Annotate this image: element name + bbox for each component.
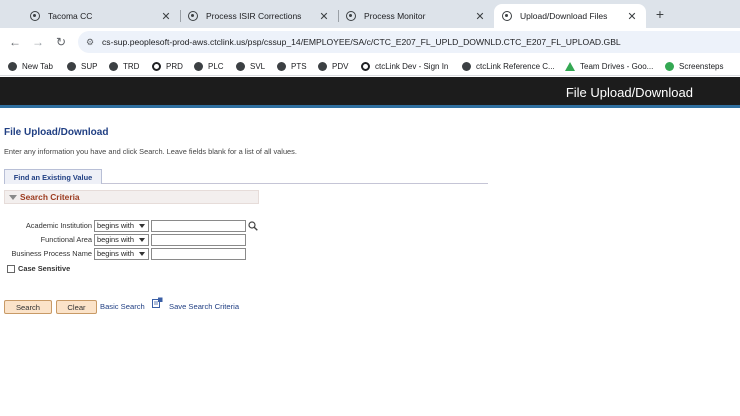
bookmark-label: SUP bbox=[81, 61, 98, 71]
address-bar[interactable]: ⚙ cs-sup.peoplesoft-prod-aws.ctclink.us/… bbox=[78, 31, 740, 53]
back-arrow-icon[interactable]: ← bbox=[7, 34, 23, 50]
save-search-criteria-link[interactable]: Save Search Criteria bbox=[169, 302, 239, 311]
basic-search-link[interactable]: Basic Search bbox=[100, 302, 145, 311]
close-icon[interactable]: ✕ bbox=[474, 10, 486, 23]
tab-title: Process ISIR Corrections bbox=[206, 11, 302, 21]
address-url[interactable]: cs-sup.peoplesoft-prod-aws.ctclink.us/ps… bbox=[102, 37, 621, 47]
bookmark-team-drives[interactable]: Team Drives - Goo... bbox=[565, 59, 653, 73]
browser-toolbar: ← → ↻ ⚙ cs-sup.peoplesoft-prod-aws.ctcli… bbox=[0, 28, 740, 56]
tab-find-existing-value[interactable]: Find an Existing Value bbox=[4, 169, 102, 184]
bookmark-svl[interactable]: SVL bbox=[236, 59, 265, 73]
lookup-search-icon[interactable] bbox=[248, 221, 258, 231]
bookmark-label: ctcLink Reference C... bbox=[476, 61, 555, 71]
tab-process-monitor[interactable]: Process Monitor ✕ bbox=[338, 4, 494, 28]
close-icon[interactable]: ✕ bbox=[626, 10, 638, 23]
functional-area-input[interactable] bbox=[151, 234, 246, 246]
page-title: File Upload/Download bbox=[4, 127, 109, 138]
functional-area-row: Functional Area begins with bbox=[0, 234, 740, 246]
search-criteria-header[interactable]: Search Criteria bbox=[4, 190, 259, 204]
collapse-triangle-icon[interactable] bbox=[9, 194, 17, 200]
tab-title: Process Monitor bbox=[364, 11, 426, 21]
page-banner: File Upload/Download bbox=[0, 77, 740, 108]
academic-institution-row: Academic Institution begins with bbox=[0, 220, 740, 232]
academic-institution-operator-select[interactable]: begins with bbox=[94, 220, 149, 232]
globe-icon bbox=[318, 61, 327, 71]
globe-icon bbox=[277, 61, 286, 71]
screensteps-icon bbox=[665, 61, 674, 71]
globe-icon bbox=[67, 61, 76, 71]
globe-icon bbox=[236, 61, 245, 71]
globe-icon bbox=[109, 61, 118, 71]
close-icon[interactable]: ✕ bbox=[318, 10, 330, 23]
globe-icon bbox=[346, 11, 356, 21]
globe-icon bbox=[502, 11, 512, 21]
tab-title: Tacoma CC bbox=[48, 11, 93, 21]
bookmark-ctclink-reference[interactable]: ctcLink Reference C... bbox=[462, 59, 555, 73]
bookmark-ctclink-dev[interactable]: ctcLink Dev - Sign In bbox=[361, 59, 448, 73]
globe-icon bbox=[30, 11, 40, 21]
business-process-name-input[interactable] bbox=[151, 248, 246, 260]
bookmark-plc[interactable]: PLC bbox=[194, 59, 224, 73]
academic-institution-input[interactable] bbox=[151, 220, 246, 232]
forward-arrow-icon[interactable]: → bbox=[30, 34, 46, 50]
search-button[interactable]: Search bbox=[4, 300, 52, 314]
academic-institution-label: Academic Institution bbox=[25, 221, 92, 230]
bookmark-label: ctcLink Dev - Sign In bbox=[375, 61, 449, 71]
bookmarks-bar: New Tab SUP TRD PRD PLC SVL PTS PDV ctcL… bbox=[0, 56, 740, 76]
globe-icon bbox=[194, 61, 203, 71]
case-sensitive-label: Case Sensitive bbox=[18, 264, 71, 273]
functional-area-label: Functional Area bbox=[40, 235, 92, 244]
bookmark-pdv[interactable]: PDV bbox=[318, 59, 348, 73]
bookmark-prd[interactable]: PRD bbox=[152, 59, 183, 73]
bookmark-screensteps[interactable]: Screensteps bbox=[665, 59, 723, 73]
reload-icon[interactable]: ↻ bbox=[53, 34, 69, 50]
bookmark-label: PTS bbox=[291, 61, 307, 71]
functional-area-operator-select[interactable]: begins with bbox=[94, 234, 149, 246]
bookmark-label: Screensteps bbox=[679, 61, 724, 71]
business-process-name-row: Business Process Name begins with bbox=[0, 248, 740, 260]
globe-icon bbox=[8, 61, 17, 71]
globe-icon bbox=[188, 11, 198, 21]
bookmark-label: Team Drives - Goo... bbox=[580, 61, 654, 71]
save-search-icon[interactable] bbox=[152, 297, 163, 308]
bookmark-label: New Tab bbox=[22, 61, 53, 71]
case-sensitive-checkbox[interactable] bbox=[7, 264, 15, 273]
link-icon bbox=[462, 61, 471, 71]
instructions-text: Enter any information you have and click… bbox=[4, 147, 297, 156]
ring-icon bbox=[152, 61, 161, 71]
bookmark-new-tab[interactable]: New Tab bbox=[8, 59, 53, 73]
ring-icon bbox=[361, 61, 370, 71]
search-criteria-title: Search Criteria bbox=[20, 192, 80, 202]
browser-tab-strip: Tacoma CC ✕ Process ISIR Corrections ✕ P… bbox=[0, 0, 740, 28]
banner-title: File Upload/Download bbox=[565, 85, 693, 100]
new-tab-button[interactable]: + bbox=[650, 4, 670, 24]
bookmark-label: PDV bbox=[332, 61, 349, 71]
bookmark-label: PLC bbox=[208, 61, 224, 71]
business-process-name-operator-select[interactable]: begins with bbox=[94, 248, 149, 260]
bookmark-pts[interactable]: PTS bbox=[277, 59, 307, 73]
case-sensitive-option: Case Sensitive bbox=[7, 264, 70, 273]
site-info-icon[interactable]: ⚙ bbox=[86, 37, 96, 47]
bookmark-label: SVL bbox=[250, 61, 266, 71]
search-tab-bar: Find an Existing Value bbox=[4, 169, 488, 184]
bookmark-label: TRD bbox=[123, 61, 140, 71]
bookmark-label: PRD bbox=[166, 61, 183, 71]
bookmark-trd[interactable]: TRD bbox=[109, 59, 139, 73]
bookmark-sup[interactable]: SUP bbox=[67, 59, 97, 73]
drive-icon bbox=[565, 61, 575, 71]
clear-button[interactable]: Clear bbox=[56, 300, 97, 314]
tab-tacoma-cc[interactable]: Tacoma CC ✕ bbox=[22, 4, 180, 28]
tab-process-isir-corrections[interactable]: Process ISIR Corrections ✕ bbox=[180, 4, 338, 28]
business-process-name-label: Business Process Name bbox=[11, 249, 92, 258]
tab-title: Upload/Download Files bbox=[520, 11, 608, 21]
tab-upload-download-files[interactable]: Upload/Download Files ✕ bbox=[494, 4, 646, 28]
close-icon[interactable]: ✕ bbox=[160, 10, 172, 23]
